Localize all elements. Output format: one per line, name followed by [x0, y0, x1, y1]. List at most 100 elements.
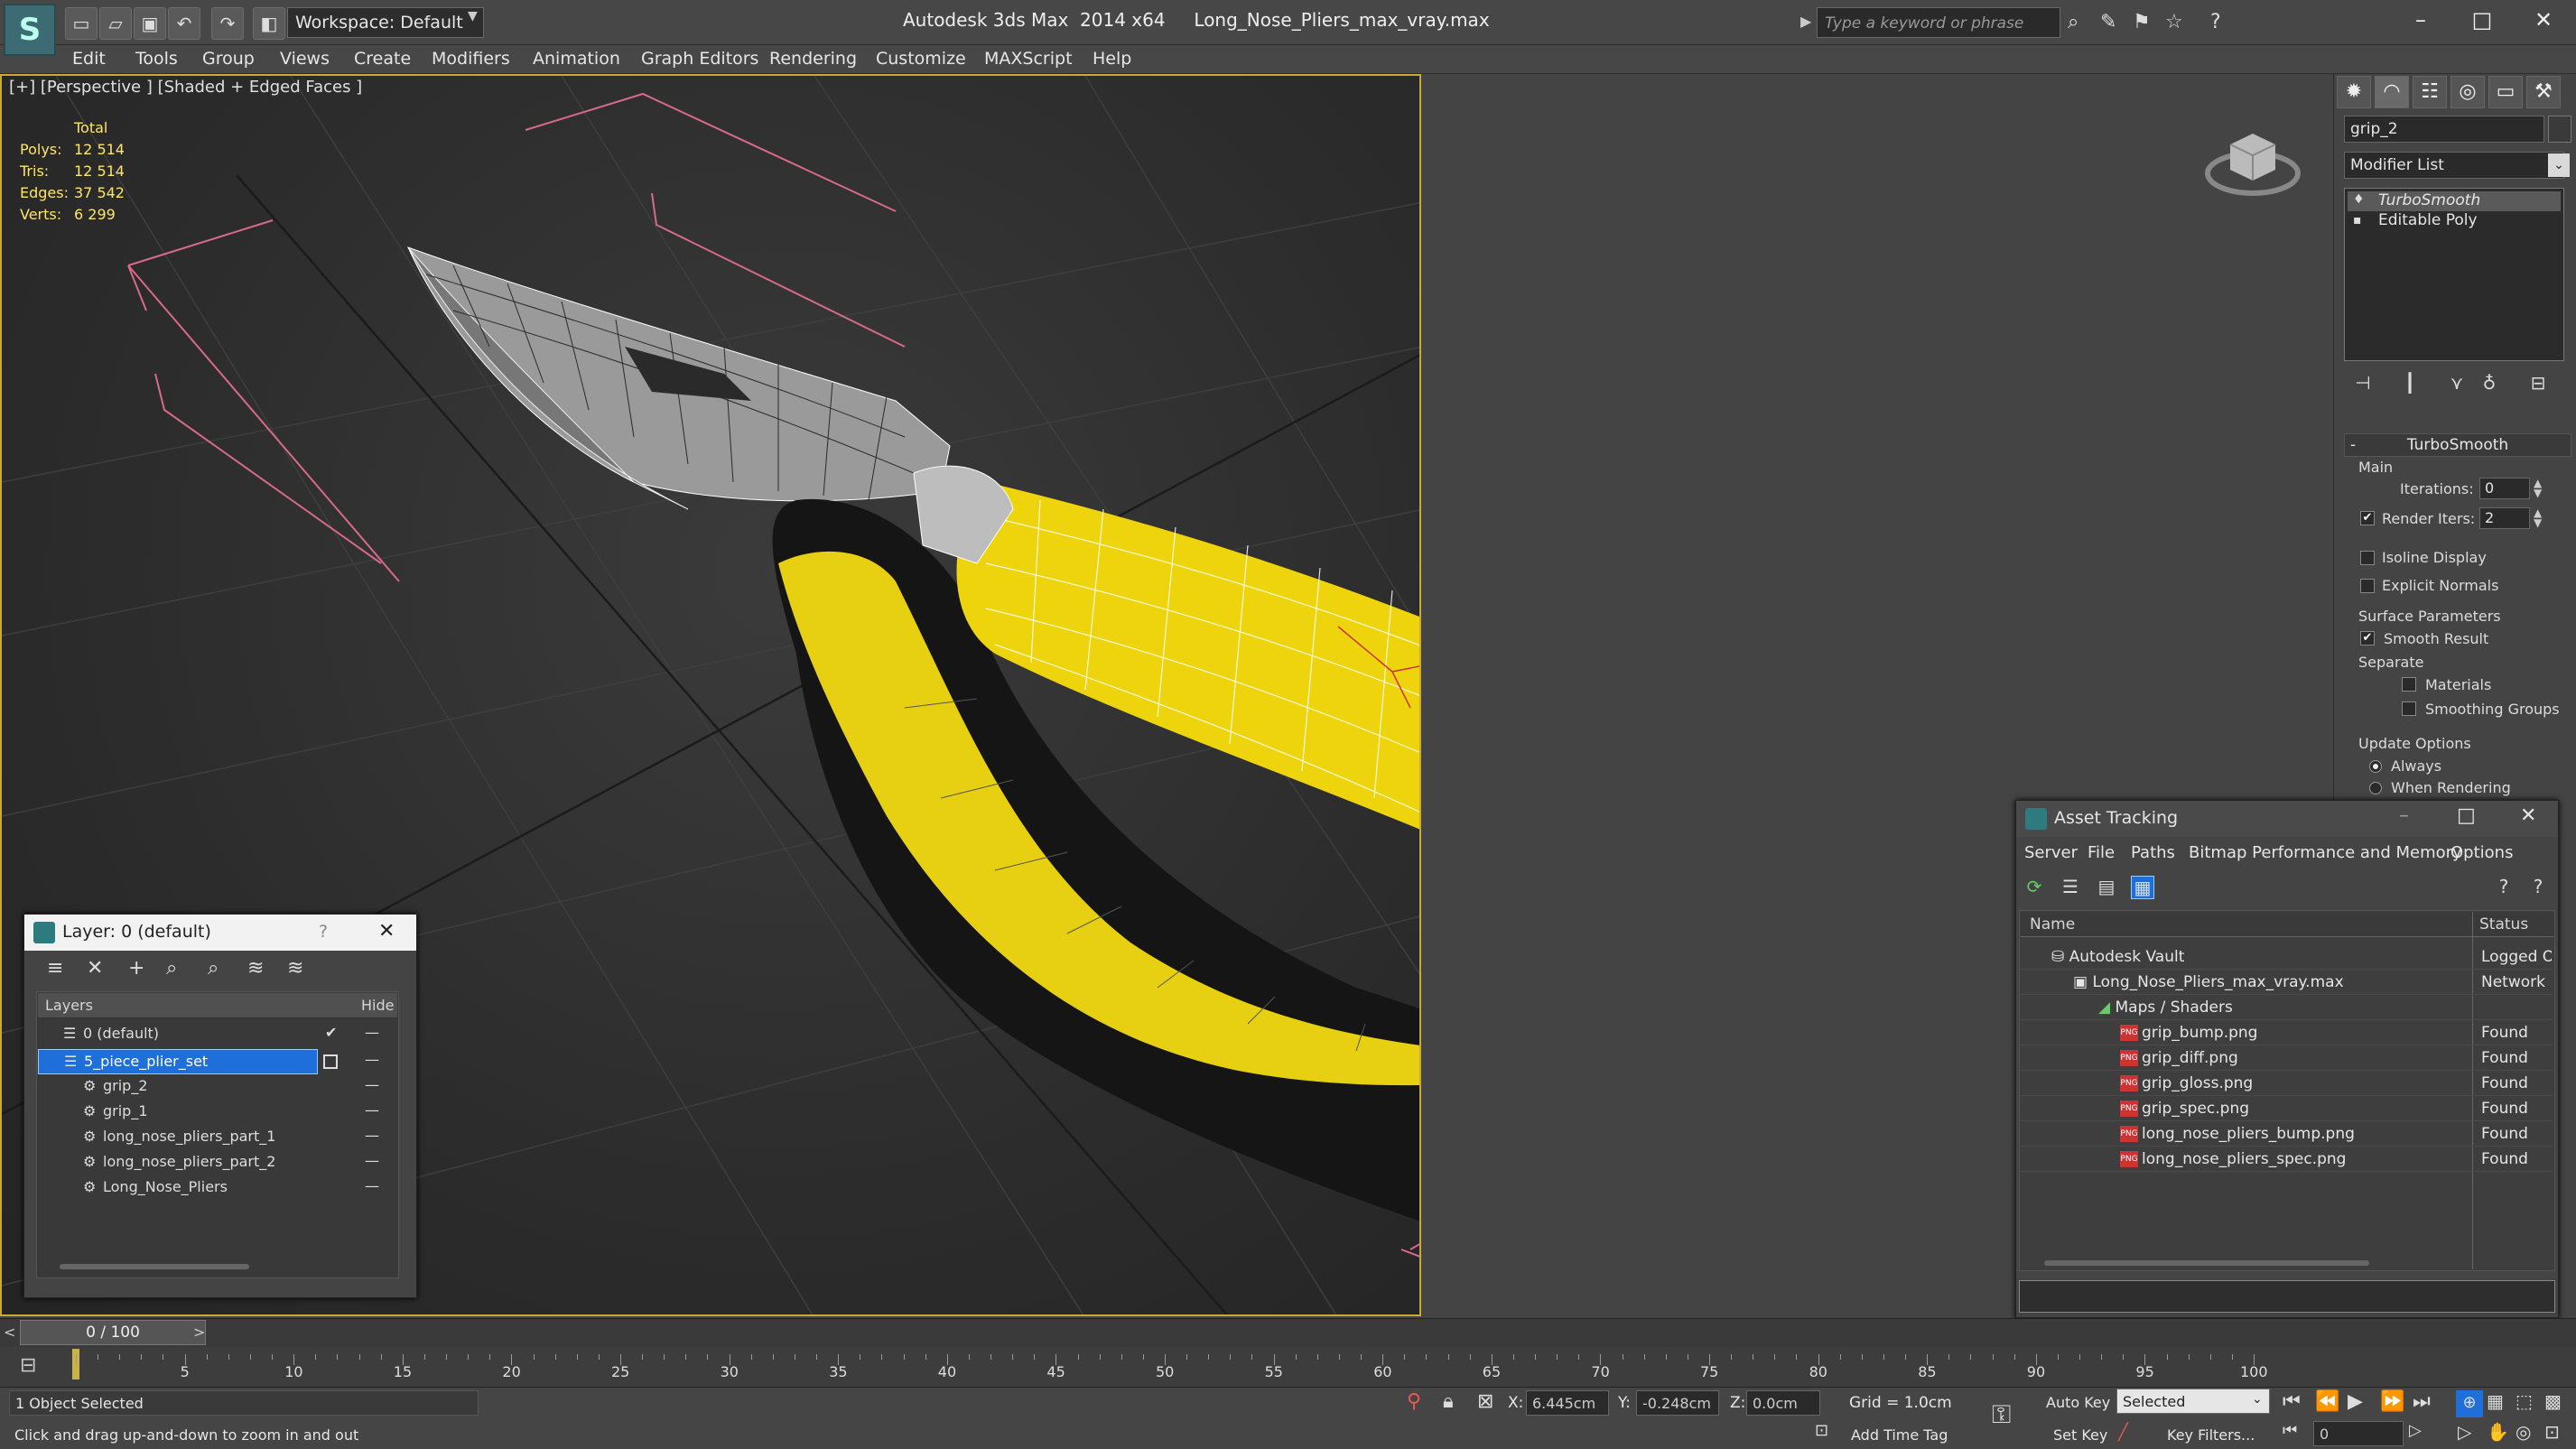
asset-menu-options[interactable]: Options: [2450, 843, 2513, 862]
layer-row-selected[interactable]: ☰ 5_piece_plier_set: [38, 1049, 318, 1074]
key-mode-toggle-icon[interactable]: ⏮: [2283, 1421, 2297, 1440]
asset-row[interactable]: PNG long_nose_pliers_spec.png Found: [2021, 1147, 2553, 1172]
asset-menu-bitmap[interactable]: Bitmap Performance and Memory: [2189, 843, 2462, 862]
stack-item-turbosmooth[interactable]: TurboSmooth: [2348, 191, 2561, 211]
time-tag-icon[interactable]: ⊡: [1815, 1421, 1828, 1440]
menu-edit[interactable]: Edit: [72, 49, 106, 69]
maximize-icon[interactable]: □: [2457, 804, 2476, 827]
fov-icon[interactable]: ▷: [2458, 1421, 2471, 1443]
add-to-layer-icon[interactable]: +: [128, 957, 144, 980]
object-color-swatch[interactable]: [2548, 116, 2571, 143]
time-slider[interactable]: 0 / 100: [20, 1320, 206, 1345]
show-end-result-icon[interactable]: ┃: [2395, 372, 2425, 399]
smooth-result-checkbox[interactable]: ✔: [2360, 631, 2375, 646]
search-expand-icon[interactable]: ▶: [1800, 13, 1811, 30]
asset-menu-paths[interactable]: Paths: [2131, 843, 2175, 862]
menu-modifiers[interactable]: Modifiers: [432, 49, 510, 69]
smoothing-groups-checkbox[interactable]: [2402, 701, 2416, 716]
asset-window-titlebar[interactable]: Asset Tracking – □ ✕: [2016, 801, 2558, 837]
turbosmooth-rollout-header[interactable]: - TurboSmooth: [2344, 433, 2571, 457]
viewcube-icon[interactable]: [2203, 117, 2302, 199]
menu-views[interactable]: Views: [280, 49, 330, 69]
always-radio[interactable]: [2369, 760, 2382, 773]
remove-modifier-icon[interactable]: ♁: [2474, 372, 2505, 399]
hide-toggle[interactable]: —: [365, 1101, 379, 1119]
prev-key-icon[interactable]: ⏪: [2315, 1390, 2339, 1413]
set-key-button[interactable]: Set Key: [2053, 1426, 2107, 1444]
close-button[interactable]: ✕: [2519, 7, 2568, 38]
make-unique-icon[interactable]: ⋎: [2441, 372, 2472, 399]
hide-toggle[interactable]: —: [365, 1177, 379, 1194]
horizontal-scrollbar[interactable]: [60, 1264, 249, 1269]
hide-toggle[interactable]: —: [365, 1051, 379, 1068]
save-icon[interactable]: ▣: [134, 7, 166, 40]
asset-row[interactable]: ⛁ Autodesk VaultLogged Out: [2021, 944, 2553, 970]
pin-stack-icon[interactable]: ⊣: [2348, 372, 2378, 399]
when-rendering-radio[interactable]: [2369, 782, 2382, 794]
next-frame-icon[interactable]: >: [193, 1324, 205, 1341]
add-time-tag-button[interactable]: Add Time Tag: [1851, 1426, 1948, 1444]
goto-start-icon[interactable]: ⏮: [2283, 1390, 2301, 1413]
table-view-icon[interactable]: ▦: [2131, 876, 2154, 899]
menu-animation[interactable]: Animation: [533, 49, 620, 69]
current-frame-field[interactable]: 0: [2313, 1421, 2404, 1446]
zoom-extents-icon[interactable]: ⬚: [2516, 1390, 2533, 1412]
workspace-dropdown[interactable]: Workspace: Default: [287, 7, 484, 38]
create-tab-icon[interactable]: ✹: [2337, 76, 2371, 108]
create-layer-icon[interactable]: ≡: [47, 957, 63, 980]
x-coordinate-field[interactable]: 6.445cm: [1526, 1390, 1609, 1416]
help-icon[interactable]: ?: [2526, 876, 2550, 899]
key-icon[interactable]: ⚿: [1992, 1399, 2011, 1430]
search-input[interactable]: Type a keyword or phrase: [1817, 7, 2060, 38]
play-icon[interactable]: ▶: [2348, 1390, 2363, 1413]
menu-create[interactable]: Create: [354, 49, 411, 69]
hide-toggle[interactable]: —: [365, 1024, 379, 1041]
name-column-header[interactable]: Name: [2030, 915, 2075, 933]
subscription-icon[interactable]: ✎: [2100, 11, 2116, 33]
list-view-icon[interactable]: ☰: [2059, 876, 2082, 899]
layer-object-row[interactable]: ⚙ grip_2 —: [38, 1074, 397, 1100]
asset-path-field[interactable]: [2019, 1280, 2555, 1313]
menu-help[interactable]: Help: [1093, 49, 1131, 69]
zoom-all-icon[interactable]: ▦: [2487, 1390, 2504, 1412]
menu-graph-editors[interactable]: Graph Editors: [641, 49, 758, 69]
layer-object-row[interactable]: ⚙ long_nose_pliers_part_1 —: [38, 1125, 397, 1150]
utilities-tab-icon[interactable]: ⚒: [2526, 76, 2561, 108]
auto-key-button[interactable]: Auto Key: [2046, 1394, 2110, 1411]
curve-editor-icon[interactable]: ⊟: [20, 1354, 36, 1377]
close-icon[interactable]: ✕: [378, 920, 395, 943]
layers-column-header[interactable]: Layers: [45, 997, 93, 1014]
help-icon[interactable]: ?: [2492, 876, 2516, 899]
iterations-spinner[interactable]: 0: [2479, 478, 2530, 499]
communication-icon[interactable]: ⚑: [2133, 11, 2151, 33]
display-tab-icon[interactable]: ▭: [2488, 76, 2523, 108]
delete-layer-icon[interactable]: ✕: [87, 957, 103, 980]
render-iters-spinner[interactable]: 2: [2479, 507, 2530, 529]
next-key-icon[interactable]: ⏩: [2380, 1390, 2404, 1413]
configure-sets-icon[interactable]: ⊟: [2523, 372, 2553, 399]
prev-frame-icon[interactable]: <: [4, 1324, 15, 1341]
undo-icon[interactable]: ↶: [168, 7, 200, 40]
minimize-icon[interactable]: –: [2399, 804, 2409, 827]
layer-window-titlebar[interactable]: Layer: 0 (default) ? ✕: [24, 915, 416, 951]
spinner-arrows-icon[interactable]: ▲ ▼: [2534, 478, 2542, 498]
zoom-icon[interactable]: ⊕: [2456, 1390, 2483, 1417]
asset-row[interactable]: ◢ Maps / Shaders: [2021, 995, 2553, 1020]
status-column-header[interactable]: Status: [2479, 915, 2528, 933]
favorites-star-icon[interactable]: ☆: [2165, 11, 2183, 33]
layer-row[interactable]: ☰ 0 (default) ✔ —: [38, 1022, 397, 1047]
layer-object-row[interactable]: ⚙ long_nose_pliers_part_2 —: [38, 1150, 397, 1175]
menu-group[interactable]: Group: [202, 49, 255, 69]
zoom-extents-all-icon[interactable]: ▩: [2544, 1390, 2562, 1412]
asset-menu-file[interactable]: File: [2088, 843, 2115, 862]
maximize-viewport-icon[interactable]: ⊡: [2544, 1421, 2560, 1443]
project-folder-icon[interactable]: ◧: [253, 7, 285, 40]
key-filter-icon[interactable]: ╱: [2118, 1423, 2128, 1442]
key-mode-dropdown[interactable]: Selected: [2116, 1389, 2270, 1414]
layer-object-row[interactable]: ⚙ grip_1 —: [38, 1100, 397, 1125]
select-objects-icon[interactable]: ⌕: [166, 957, 177, 980]
hide-toggle[interactable]: —: [365, 1152, 379, 1169]
motion-tab-icon[interactable]: ◎: [2450, 76, 2485, 108]
modifier-list-dropdown[interactable]: Modifier List: [2344, 152, 2564, 179]
menu-customize[interactable]: Customize: [876, 49, 966, 69]
